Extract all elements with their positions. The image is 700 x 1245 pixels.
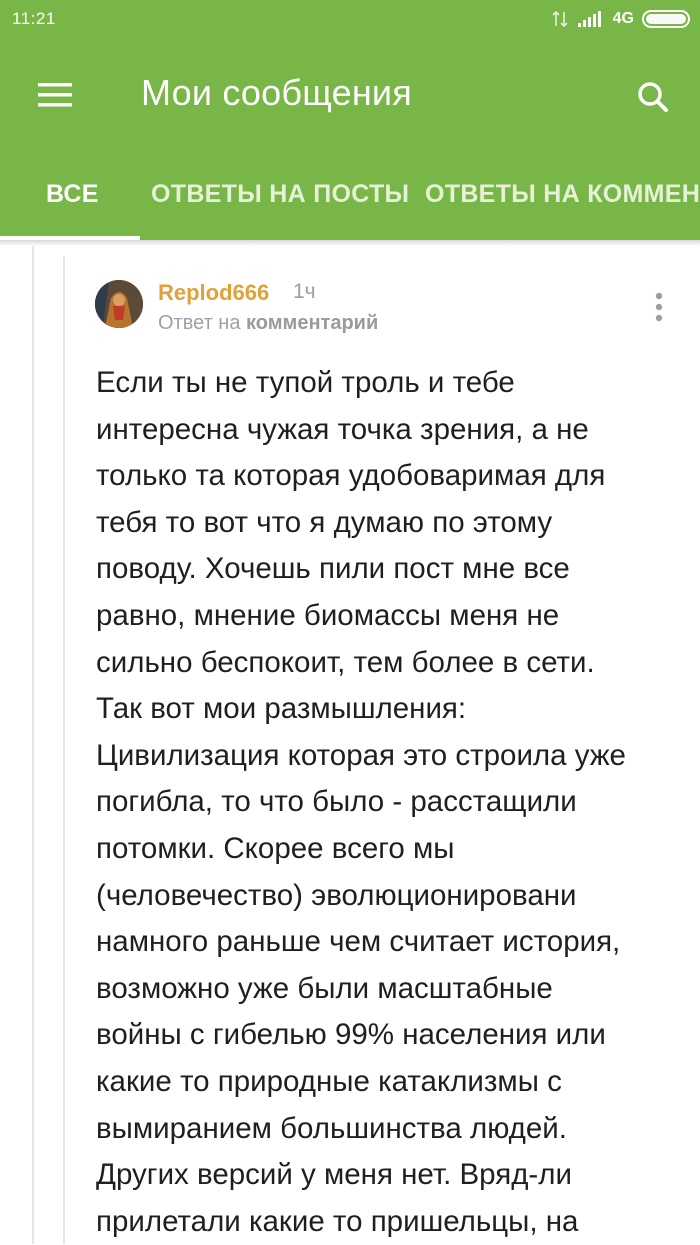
comment-line: равно, мнение биомассы меня не — [96, 598, 560, 632]
comment-line: Цивилизация которая это строила уже — [96, 738, 626, 772]
search-icon[interactable] — [630, 74, 676, 120]
comment-line: только та которая удобоваримая для — [96, 459, 606, 493]
comment-line: возможно уже были масштабные — [96, 971, 553, 1005]
comment-line: потомки. Скорее всего мы — [96, 831, 455, 865]
tab-comment-replies[interactable]: ОТВЕТЫ НА КОММЕНТАРИИ — [425, 180, 700, 209]
avatar-image — [95, 280, 143, 328]
more-options-icon[interactable] — [643, 290, 675, 324]
reply-target-link[interactable]: комментарий — [246, 312, 378, 334]
comment-author[interactable]: Replod666 — [158, 280, 269, 306]
comment-line: погибла, то что было - расстащили — [96, 785, 577, 819]
comment-line: Если ты не тупой троль и тебе — [96, 366, 515, 399]
comment-line: интересна чужая точка зрения, а не — [96, 412, 589, 446]
comment-line: (человечество) эволюционировани — [96, 878, 577, 912]
comment-line: какие то природные катаклизмы с — [96, 1064, 562, 1098]
tab-all[interactable]: ВСЕ — [46, 180, 99, 209]
status-time: 11:21 — [12, 9, 56, 28]
hamburger-icon[interactable] — [30, 72, 80, 118]
comment-line: поводу. Хочешь пили пост мне все — [96, 552, 570, 586]
battery-icon — [642, 10, 690, 28]
toolbar: Мои сообщения — [0, 48, 700, 144]
comment-line: сильно беспокоит, тем более в сети. — [96, 645, 595, 679]
avatar[interactable] — [95, 280, 143, 328]
comment-line: намного раньше чем считает история, — [96, 925, 621, 959]
app-bar: 11:21 4G Мои сообщения ВСЕ ОТВЕТЫ НА ПОС… — [0, 0, 700, 240]
tab-post-replies[interactable]: ОТВЕТЫ НА ПОСТЫ — [151, 180, 409, 209]
comment-line: Так вот мои размышления: — [96, 692, 467, 726]
comment-line: Других версий у меня нет. Вряд-ли — [96, 1158, 572, 1192]
comment-body: Если ты не тупой троль и тебе интересна … — [96, 360, 676, 1245]
comment-line: тебя то вот что я думаю по этому — [96, 505, 553, 539]
thread-line — [32, 246, 34, 1244]
comment-time: 1ч — [293, 280, 316, 303]
app-bar-shadow — [0, 240, 700, 246]
thread-line-nested — [63, 256, 65, 1244]
status-icons: 4G — [551, 7, 690, 31]
network-type: 4G — [612, 10, 634, 27]
reply-prefix: Ответ на — [158, 312, 241, 334]
data-transfer-icon — [552, 10, 568, 28]
comment-line: прилетали какие то пришельцы, на — [96, 1204, 579, 1238]
comment-line: вымиранием большинства людей. — [96, 1111, 567, 1145]
status-bar: 11:21 4G — [0, 0, 700, 40]
comment-line: войны с гибелью 99% населения или — [96, 1018, 606, 1052]
signal-icon — [577, 11, 601, 27]
reply-info: Ответ на комментарий — [158, 312, 378, 335]
tab-bar: ВСЕ ОТВЕТЫ НА ПОСТЫ ОТВЕТЫ НА КОММЕНТАРИ… — [0, 160, 700, 240]
page-title: Мои сообщения — [141, 72, 412, 113]
